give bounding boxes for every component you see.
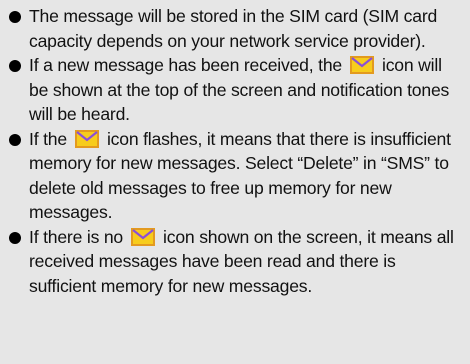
envelope-icon: [350, 56, 374, 74]
envelope-icon: [131, 227, 156, 246]
list-item-sim-storage: The message will be stored in the SIM ca…: [9, 4, 462, 53]
item-text: The message will be stored in the SIM ca…: [29, 6, 442, 51]
bullet-icon: [9, 133, 21, 146]
item-text-before: If the: [29, 128, 67, 149]
item-text-before: If a new message has been received, the: [29, 55, 342, 75]
bullet-icon: [9, 231, 21, 244]
bullet-icon: [9, 60, 21, 72]
envelope-icon: [74, 129, 99, 148]
list-item-icon-flashes: If the icon flashes, it means that there …: [9, 127, 462, 225]
bullet-icon: [9, 11, 21, 23]
list-item-new-message: If a new message has been received, the i…: [9, 53, 462, 127]
notes-panel: The message will be stored in the SIM ca…: [0, 0, 470, 364]
item-text-before: If there is no: [29, 226, 124, 247]
list-item-no-icon: If there is no icon shown on the screen, …: [9, 225, 462, 299]
